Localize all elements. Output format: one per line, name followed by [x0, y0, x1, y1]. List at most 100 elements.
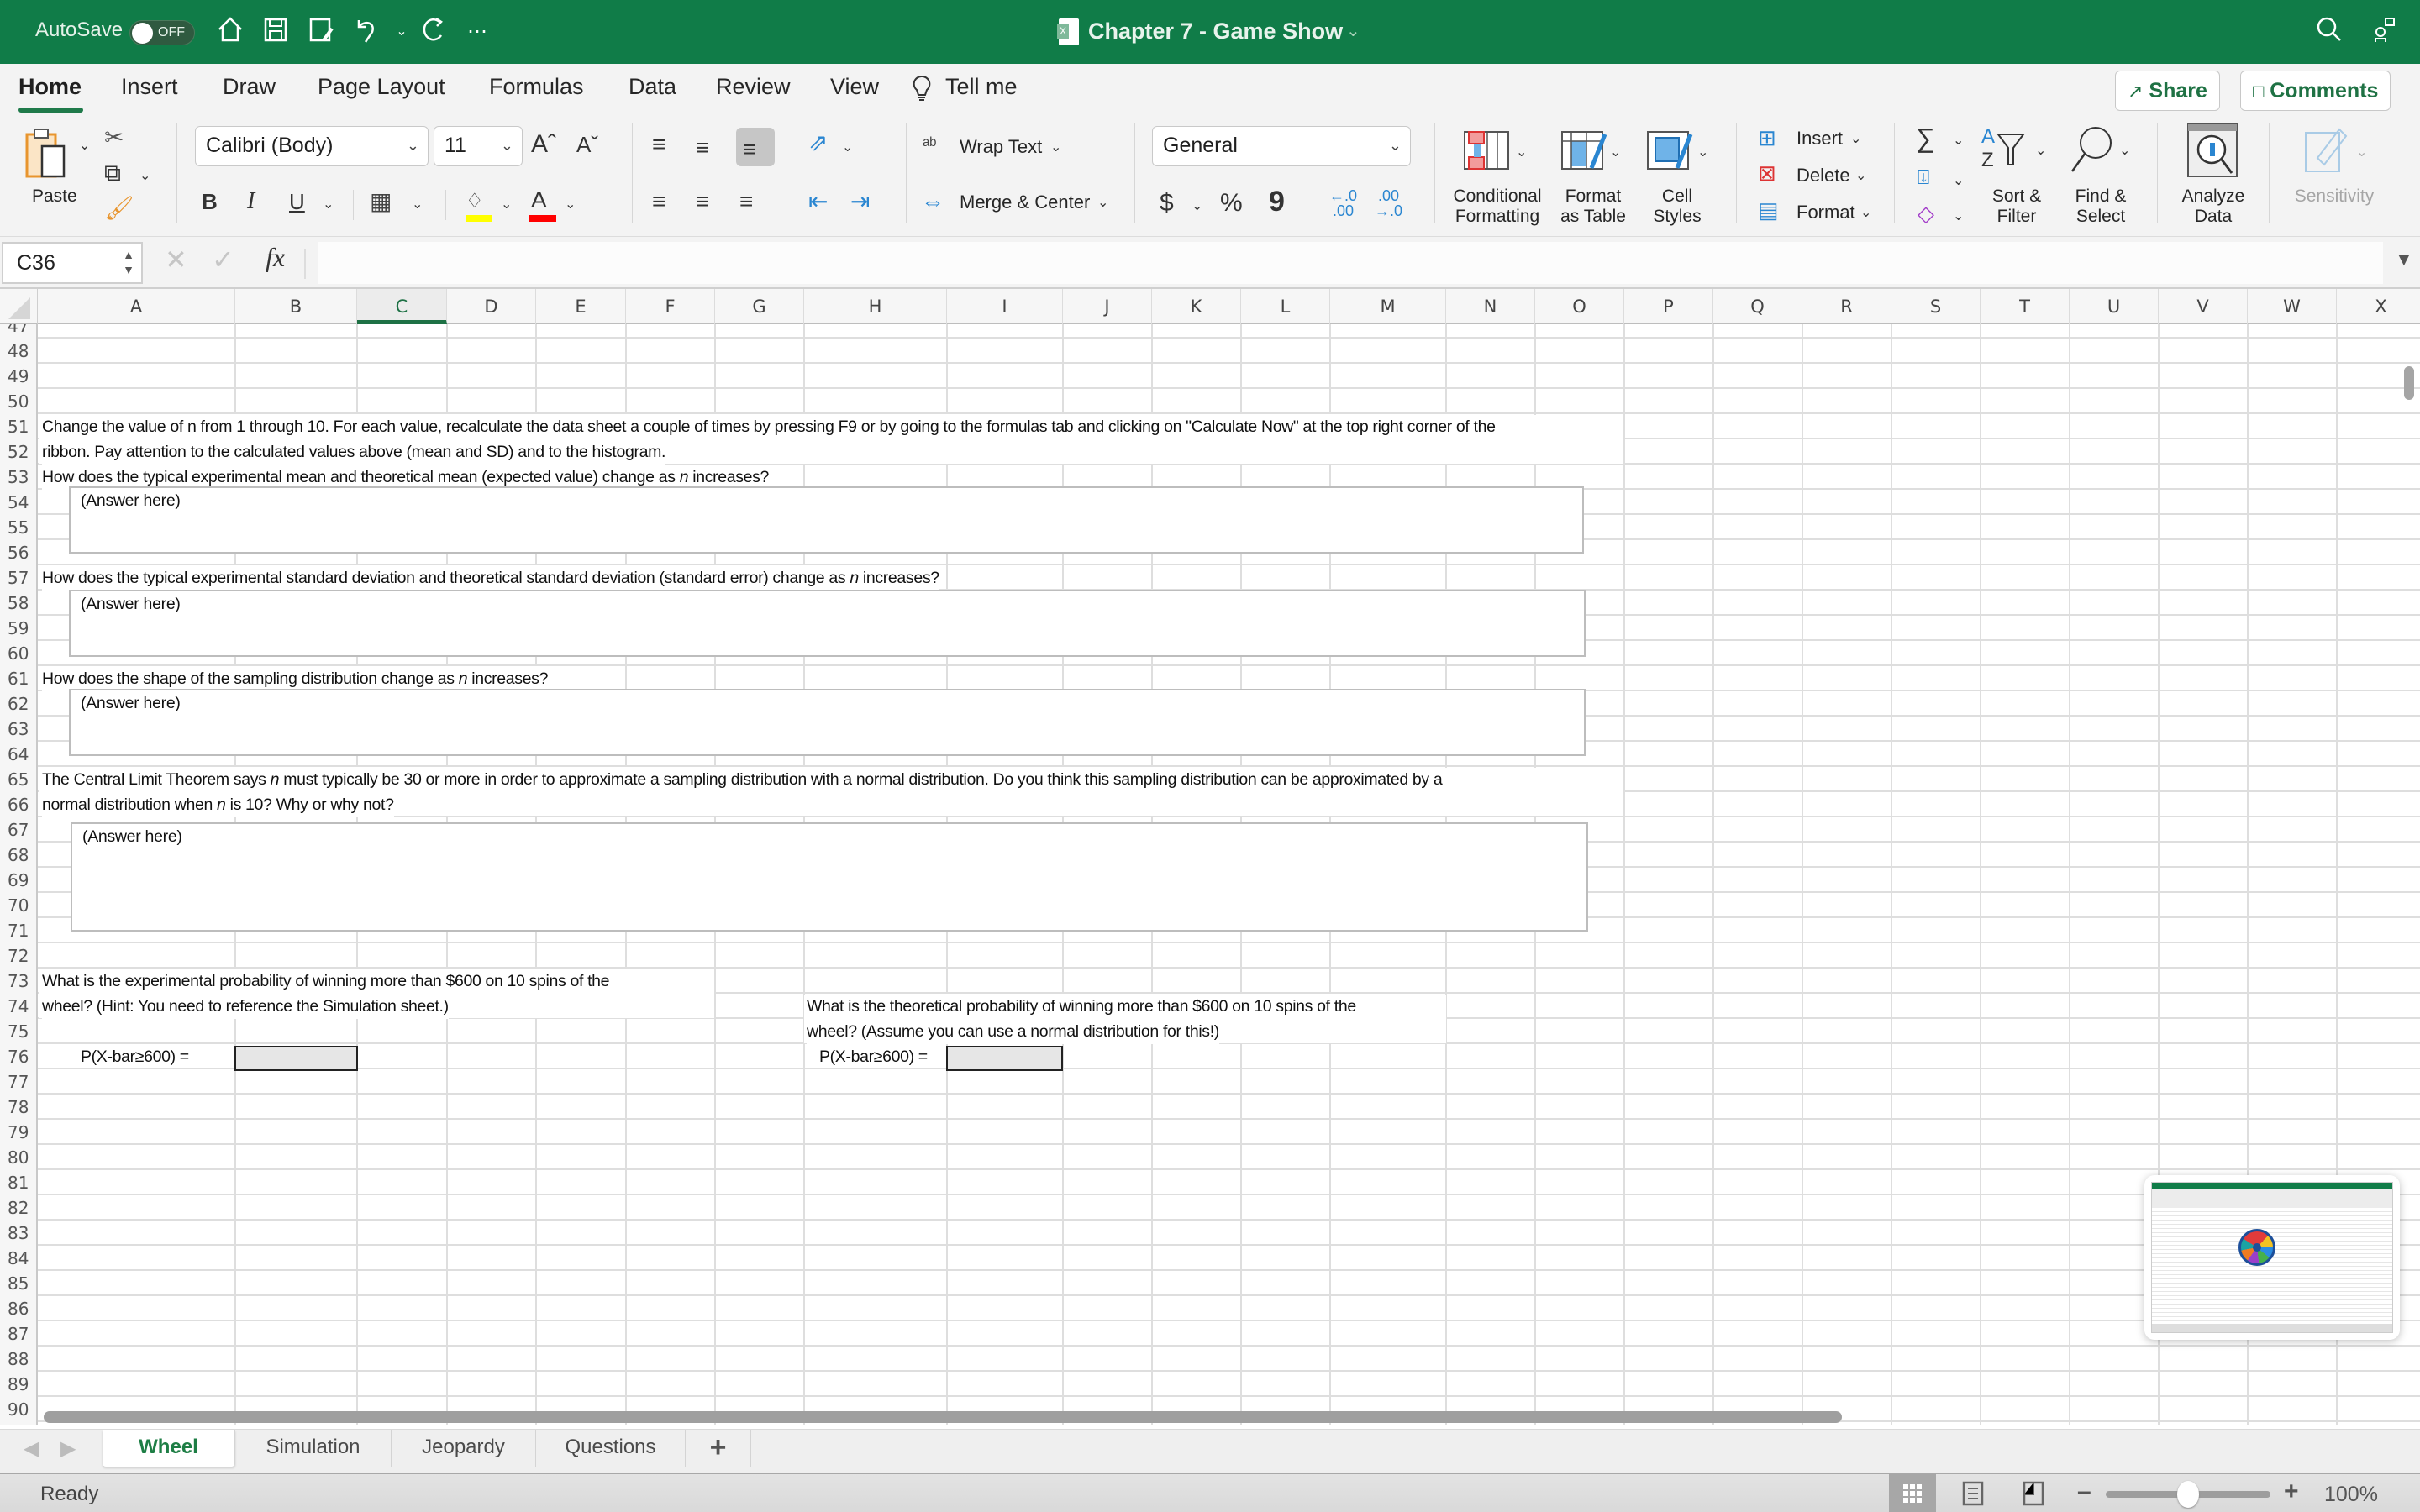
- sensitivity-dropdown-icon[interactable]: ⌄: [2356, 138, 2367, 168]
- autosum-dropdown-icon[interactable]: ⌄: [1953, 126, 1964, 156]
- percent-button[interactable]: %: [1220, 188, 1243, 218]
- clear-dropdown-icon[interactable]: ⌄: [1953, 202, 1964, 232]
- italic-button[interactable]: I: [247, 186, 255, 217]
- format-as-table-icon[interactable]: [1560, 129, 1608, 171]
- number-format-dropdown[interactable]: General ⌄: [1152, 126, 1411, 166]
- redo-icon[interactable]: [417, 15, 450, 49]
- font-color-dropdown-icon[interactable]: ⌄: [565, 190, 576, 220]
- column-header-f[interactable]: F: [626, 289, 715, 324]
- paste-icon[interactable]: [24, 126, 66, 180]
- underline-dropdown-icon[interactable]: ⌄: [323, 190, 334, 220]
- page-layout-view-button[interactable]: [1949, 1474, 1996, 1512]
- cell-h74[interactable]: What is the theoretical probability of w…: [807, 994, 1356, 1019]
- title-chevron-down-icon[interactable]: ⌄: [1346, 20, 1360, 41]
- theoretical-probability-input[interactable]: [946, 1046, 1063, 1071]
- undo-icon[interactable]: [350, 15, 383, 49]
- column-header-v[interactable]: V: [2159, 289, 2248, 324]
- answer-box-clt[interactable]: (Answer here): [71, 822, 1588, 932]
- decrease-indent-icon[interactable]: ⇤: [808, 186, 828, 217]
- align-right-icon[interactable]: ≡: [739, 186, 753, 217]
- cell-styles-dropdown-icon[interactable]: ⌄: [1697, 138, 1708, 168]
- share-people-icon[interactable]: [2368, 15, 2402, 49]
- column-header-r[interactable]: R: [1802, 289, 1891, 324]
- sheet-tab-questions[interactable]: Questions: [536, 1430, 686, 1467]
- conditional-formatting-icon[interactable]: [1462, 129, 1511, 171]
- copy-dropdown-icon[interactable]: ⌄: [139, 161, 150, 192]
- search-icon[interactable]: [2312, 15, 2346, 49]
- cell-a52[interactable]: ribbon. Pay attention to the calculated …: [42, 439, 666, 465]
- add-sheet-button[interactable]: +: [686, 1430, 751, 1467]
- paste-dropdown-icon[interactable]: ⌄: [79, 131, 90, 161]
- align-middle-icon[interactable]: ≡: [696, 133, 709, 163]
- orientation-dropdown-icon[interactable]: ⌄: [842, 133, 853, 163]
- zoom-slider-thumb[interactable]: [2177, 1481, 2199, 1508]
- screenshot-thumbnail[interactable]: [2144, 1175, 2400, 1340]
- column-header-h[interactable]: H: [804, 289, 947, 324]
- column-header-w[interactable]: W: [2248, 289, 2337, 324]
- column-header-g[interactable]: G: [715, 289, 804, 324]
- decrease-font-size-icon[interactable]: Aˇ: [576, 129, 598, 160]
- function-icon[interactable]: fx: [266, 242, 285, 273]
- currency-dropdown-icon[interactable]: ⌄: [1192, 192, 1202, 222]
- column-header-j[interactable]: J: [1063, 289, 1152, 324]
- column-header-s[interactable]: S: [1891, 289, 1981, 324]
- align-top-icon[interactable]: ≡: [652, 129, 666, 160]
- previous-sheet-icon[interactable]: ◀: [24, 1436, 39, 1461]
- name-box-stepper-icon[interactable]: ▲ ▼: [123, 247, 134, 277]
- tab-data[interactable]: Data: [629, 74, 676, 100]
- tab-home[interactable]: Home: [18, 74, 82, 100]
- page-break-view-button[interactable]: [2010, 1474, 2057, 1512]
- vertical-scrollbar-thumb[interactable]: [2404, 366, 2414, 400]
- delete-cells-button[interactable]: Delete: [1797, 165, 1850, 186]
- enter-icon[interactable]: ✓: [212, 244, 234, 276]
- column-header-p[interactable]: P: [1624, 289, 1713, 324]
- align-center-icon[interactable]: ≡: [696, 186, 709, 217]
- column-header-m[interactable]: M: [1330, 289, 1446, 324]
- column-header-c[interactable]: C: [357, 289, 447, 324]
- cancel-icon[interactable]: ✕: [165, 244, 187, 276]
- bold-button[interactable]: B: [202, 186, 218, 217]
- zoom-out-button[interactable]: –: [2077, 1478, 2091, 1506]
- save-icon[interactable]: [259, 15, 292, 49]
- tab-review[interactable]: Review: [716, 74, 791, 100]
- column-header-o[interactable]: O: [1535, 289, 1624, 324]
- document-title[interactable]: Chapter 7 - Game Show: [1088, 18, 1343, 45]
- font-color-button[interactable]: A: [528, 185, 556, 223]
- fill-icon[interactable]: ⍗: [1918, 163, 1929, 193]
- insert-cells-button[interactable]: Insert: [1797, 128, 1843, 150]
- experimental-probability-input[interactable]: [234, 1046, 358, 1071]
- format-dropdown-icon[interactable]: ⌄: [1860, 198, 1871, 228]
- comma-style-button[interactable]: 9: [1269, 186, 1285, 217]
- currency-button[interactable]: $: [1160, 188, 1174, 218]
- tab-formulas[interactable]: Formulas: [489, 74, 584, 100]
- cell-a73[interactable]: What is the experimental probability of …: [42, 969, 610, 994]
- merge-center-button[interactable]: Merge & Center: [960, 192, 1090, 213]
- find-select-label[interactable]: Find & Select: [2059, 186, 2143, 227]
- sort-filter-dropdown-icon[interactable]: ⌄: [2035, 136, 2046, 166]
- cell-a57[interactable]: How does the typical experimental standa…: [42, 565, 939, 591]
- underline-button[interactable]: U: [289, 186, 305, 217]
- cell-styles-icon[interactable]: [1645, 129, 1694, 171]
- tab-insert[interactable]: Insert: [121, 74, 178, 100]
- column-header-k[interactable]: K: [1152, 289, 1241, 324]
- format-as-table-label[interactable]: Format as Table: [1546, 186, 1640, 227]
- cut-icon[interactable]: ✂: [104, 123, 124, 153]
- column-header-i[interactable]: I: [947, 289, 1063, 324]
- analyze-data-icon[interactable]: [2185, 123, 2240, 178]
- cell-a66[interactable]: normal distribution when n is 10? Why or…: [42, 792, 394, 817]
- format-as-table-dropdown-icon[interactable]: ⌄: [1610, 138, 1621, 168]
- delete-dropdown-icon[interactable]: ⌄: [1855, 161, 1866, 192]
- home-icon[interactable]: [213, 15, 247, 49]
- insert-dropdown-icon[interactable]: ⌄: [1850, 124, 1861, 155]
- worksheet-grid[interactable]: 47 48 49 50 51 52 53 54 55 56 57 58 59 60 61 62 63 64 65 66…: [0, 324, 2420, 1425]
- analyze-data-label[interactable]: Analyze Data: [2173, 186, 2254, 227]
- conditional-formatting-label[interactable]: Conditional Formatting: [1447, 186, 1548, 227]
- normal-view-button[interactable]: [1889, 1474, 1936, 1512]
- cell-a61[interactable]: How does the shape of the sampling distr…: [42, 666, 548, 691]
- sheet-tab-jeopardy[interactable]: Jeopardy: [392, 1430, 536, 1467]
- decrease-decimal-icon[interactable]: .00 →.0: [1375, 188, 1402, 218]
- share-button[interactable]: ↗ Share: [2115, 71, 2220, 111]
- sensitivity-icon[interactable]: [2302, 124, 2349, 175]
- increase-indent-icon[interactable]: ⇥: [850, 186, 870, 217]
- cell-a65[interactable]: The Central Limit Theorem says n must ty…: [42, 767, 1443, 792]
